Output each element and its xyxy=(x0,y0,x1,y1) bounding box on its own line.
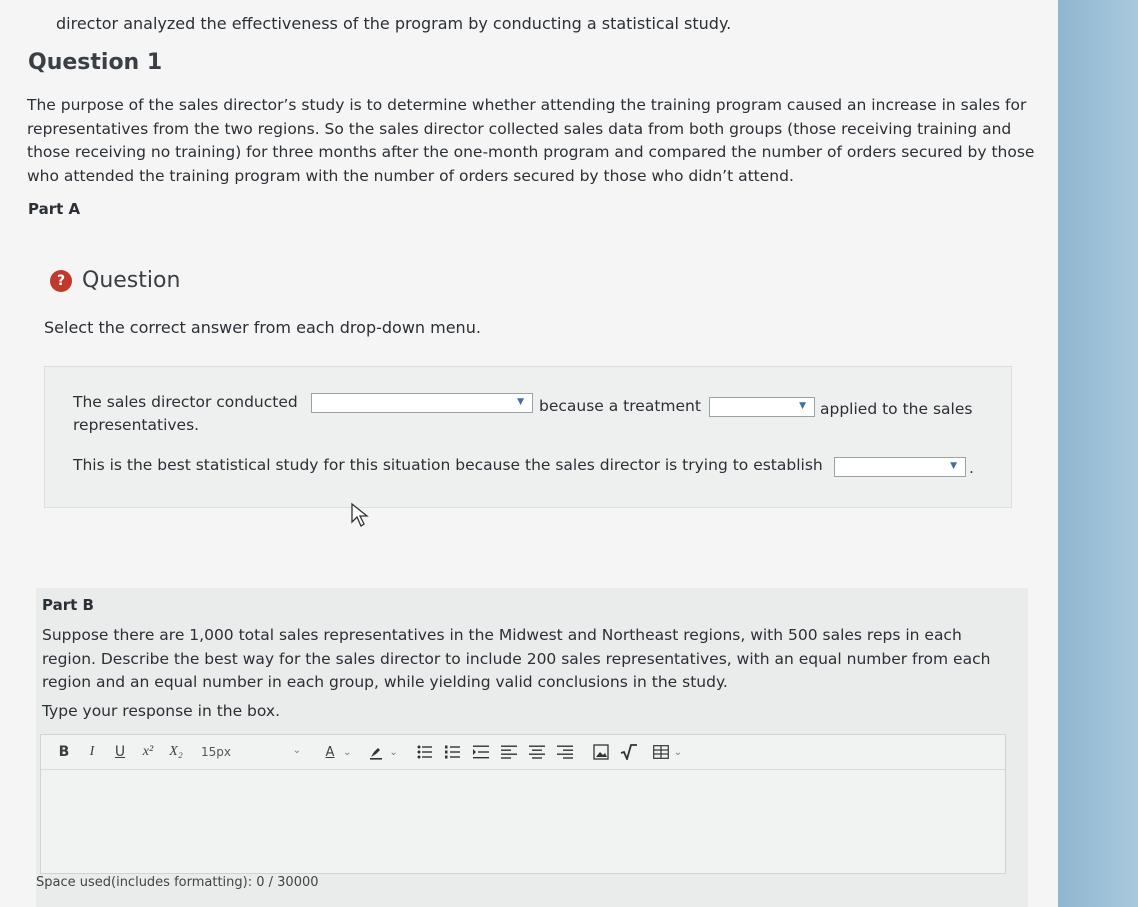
question-label: Question xyxy=(82,268,181,293)
font-color-button[interactable]: A xyxy=(319,741,341,763)
part-b-section: Part B Suppose there are 1,000 total sal… xyxy=(36,588,1028,907)
dropdown-arrow-icon: ▼ xyxy=(517,397,524,407)
mouse-pointer-icon xyxy=(351,502,369,527)
response-editor: B I U x² X₂ 15px ⌄ A ⌄ ⌄ ⌄ xyxy=(40,734,1006,874)
sentence1-part-c: applied to the sales xyxy=(820,400,973,418)
bullet-list-icon[interactable] xyxy=(414,741,436,763)
dropdown-arrow-icon: ▼ xyxy=(799,401,806,411)
treatment-dropdown[interactable]: ▼ xyxy=(709,397,815,417)
align-right-icon[interactable] xyxy=(554,741,576,763)
question-body: The purpose of the sales director’s stud… xyxy=(27,96,1035,185)
square-root-icon[interactable] xyxy=(618,741,640,763)
right-rail xyxy=(1058,0,1138,907)
font-size-value: 15px xyxy=(201,745,231,759)
intro-text: director analyzed the effectiveness of t… xyxy=(56,14,732,33)
chevron-down-icon[interactable]: ⌄ xyxy=(389,747,397,758)
underline-button[interactable]: U xyxy=(109,741,131,763)
subscript-button[interactable]: X₂ xyxy=(165,741,187,763)
italic-button[interactable]: I xyxy=(81,741,103,763)
establish-dropdown[interactable]: ▼ xyxy=(834,457,966,477)
numbered-list-icon[interactable] xyxy=(442,741,464,763)
sentence2-end: . xyxy=(969,459,974,477)
sentence1-part-a: The sales director conducted xyxy=(73,393,298,411)
part-b-body: Suppose there are 1,000 total sales repr… xyxy=(42,626,991,691)
align-left-icon[interactable] xyxy=(498,741,520,763)
bold-button[interactable]: B xyxy=(53,741,75,763)
sentence1-part-b: because a treatment xyxy=(539,397,701,415)
space-used-counter: Space used(includes formatting): 0 / 300… xyxy=(36,875,319,890)
sentence1-part-d: representatives. xyxy=(73,416,200,434)
part-b-title: Part B xyxy=(42,596,94,614)
sentence2-text: This is the best statistical study for t… xyxy=(73,456,823,474)
font-size-select[interactable]: 15px ⌄ xyxy=(201,745,301,759)
superscript-button[interactable]: x² xyxy=(137,741,159,763)
align-center-icon[interactable] xyxy=(526,741,548,763)
indent-icon[interactable] xyxy=(470,741,492,763)
chevron-down-icon[interactable]: ⌄ xyxy=(674,747,682,758)
question-title: Question 1 xyxy=(28,50,163,75)
part-a-title: Part A xyxy=(28,200,81,218)
chevron-down-icon: ⌄ xyxy=(292,745,301,756)
answer-panel: The sales director conducted ▼ because a… xyxy=(44,366,1012,508)
question-mark-icon: ? xyxy=(50,269,72,292)
highlight-icon[interactable] xyxy=(365,741,387,763)
type-response-label: Type your response in the box. xyxy=(42,702,281,720)
instruction-text: Select the correct answer from each drop… xyxy=(44,318,481,337)
chevron-down-icon[interactable]: ⌄ xyxy=(343,747,351,758)
editor-toolbar: B I U x² X₂ 15px ⌄ A ⌄ ⌄ ⌄ xyxy=(41,735,1005,770)
assessment-page: director analyzed the effectiveness of t… xyxy=(0,0,1058,907)
image-icon[interactable] xyxy=(590,741,612,763)
table-icon[interactable] xyxy=(650,741,672,763)
study-type-dropdown[interactable]: ▼ xyxy=(311,393,533,413)
question-header: ? Question xyxy=(50,268,180,293)
response-textarea[interactable] xyxy=(41,770,1005,873)
dropdown-arrow-icon: ▼ xyxy=(950,461,957,471)
